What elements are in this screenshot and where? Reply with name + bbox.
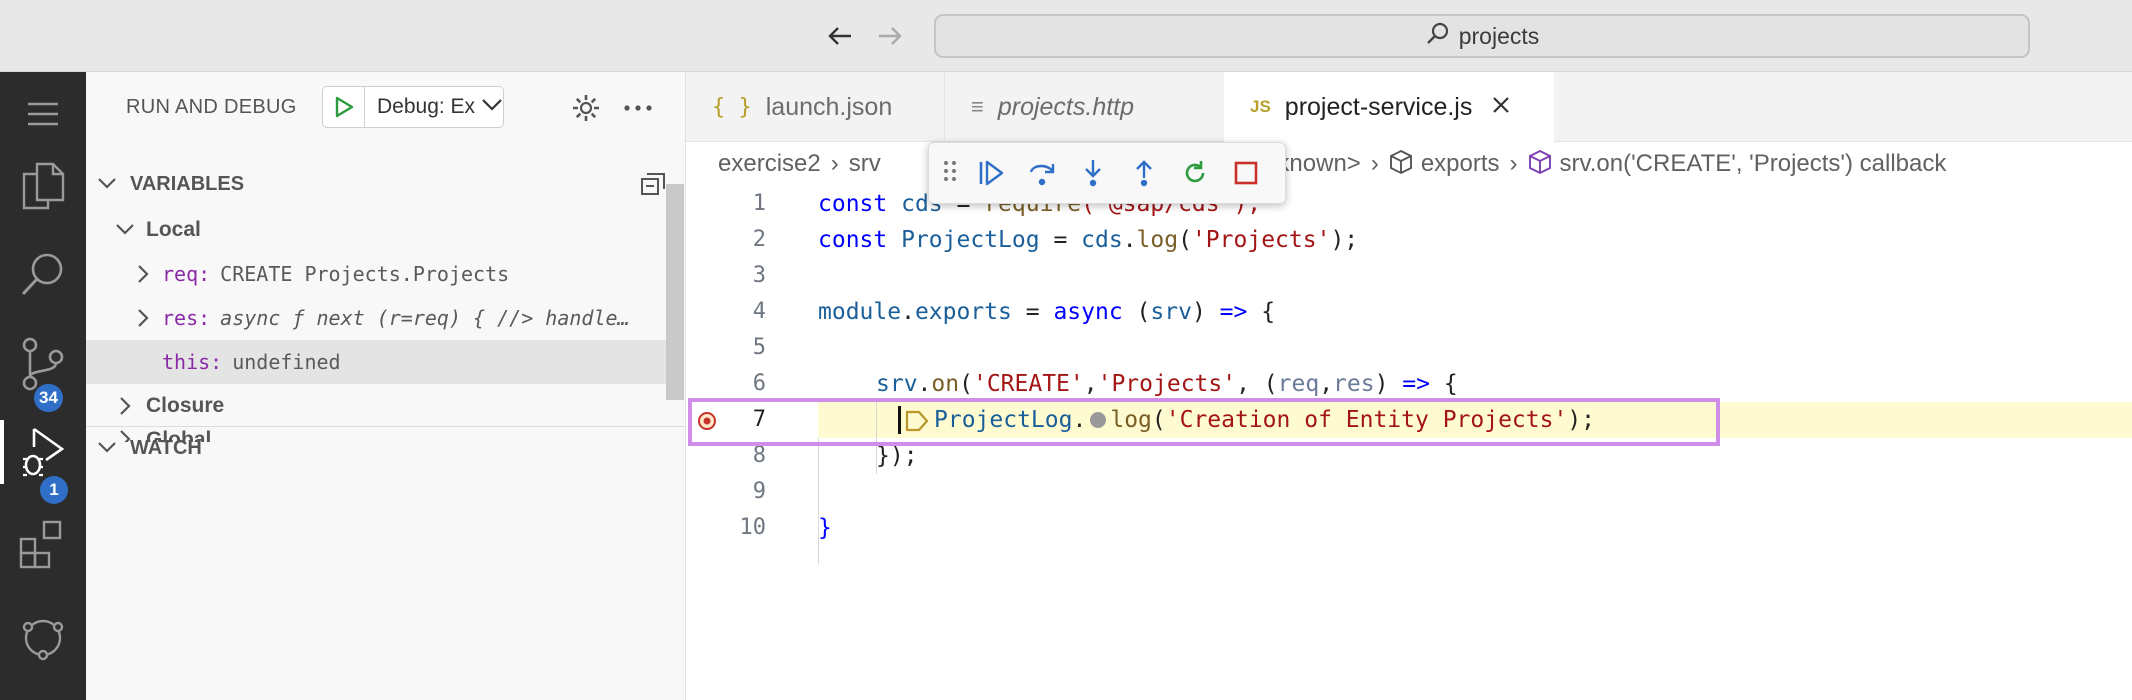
scope-local-label: Local xyxy=(146,218,201,241)
module-icon xyxy=(1389,149,1413,180)
scope-closure-label: Closure xyxy=(146,394,225,417)
watch-section-header[interactable]: WATCH xyxy=(86,428,686,468)
stop-icon[interactable] xyxy=(1229,156,1263,190)
code-text: const ProjectLog = cds.log('Projects'); xyxy=(818,227,1359,253)
code-line-9: 9 xyxy=(686,474,2132,510)
explorer-icon[interactable] xyxy=(0,144,86,228)
search-text: projects xyxy=(1458,22,1540,49)
code-line-2: 2 const ProjectLog = cds.log('Projects')… xyxy=(686,222,2132,258)
command-center-search[interactable]: projects xyxy=(934,14,2030,58)
variable-name: res: xyxy=(162,306,211,330)
breadcrumb-item[interactable]: srv xyxy=(849,150,881,178)
line-number: 5 xyxy=(752,335,766,360)
title-bar: projects xyxy=(0,0,2132,72)
js-file-icon: JS xyxy=(1250,97,1271,116)
back-arrow-icon[interactable] xyxy=(820,14,860,58)
close-icon[interactable] xyxy=(1492,96,1510,119)
run-debug-badge: 1 xyxy=(40,476,68,504)
variables-scrollbar[interactable] xyxy=(666,184,684,400)
tab-label: projects.http xyxy=(997,92,1135,121)
activity-bar: 34 1 xyxy=(0,72,86,700)
debug-config-select[interactable]: Debug: Exerc xyxy=(364,86,504,128)
code-line-10: 10 } xyxy=(686,510,2132,546)
json-file-icon: { } xyxy=(712,94,752,120)
gear-icon[interactable] xyxy=(568,90,604,126)
extensions-icon[interactable] xyxy=(0,502,86,586)
chevron-down-icon xyxy=(481,98,503,117)
code-line-6: 6 srv.on('CREATE','Projects', (req,res) … xyxy=(686,366,2132,402)
breadcrumb-item[interactable]: srv.on('CREATE', 'Projects') callback xyxy=(1560,150,1947,178)
section-divider xyxy=(86,426,686,427)
debug-config-label: Debug: Exerc xyxy=(377,95,475,118)
search-icon xyxy=(1425,21,1451,52)
more-actions-icon[interactable] xyxy=(620,90,656,126)
text-file-icon: ≡ xyxy=(971,94,984,119)
code-line-1: 1 const cds = require('@sap/cds'); xyxy=(686,186,2132,222)
variable-row-res[interactable]: res: async ƒ next (r=req) { //> handle… xyxy=(86,296,666,340)
line-number: 6 xyxy=(752,371,766,396)
chevron-right-icon xyxy=(132,263,154,285)
sidebar-title: RUN AND DEBUG xyxy=(126,96,297,118)
step-out-icon[interactable] xyxy=(1127,156,1161,190)
remote-icon[interactable] xyxy=(0,594,86,678)
collapse-all-icon[interactable] xyxy=(640,172,666,201)
variables-title: VARIABLES xyxy=(130,172,245,195)
breadcrumb-item[interactable]: exercise2 xyxy=(718,150,821,178)
code-text: } xyxy=(818,515,832,541)
chevron-right-icon xyxy=(132,307,154,329)
restart-icon[interactable] xyxy=(1178,156,1212,190)
step-into-icon[interactable] xyxy=(1076,156,1110,190)
tab-label: project-service.js xyxy=(1284,92,1473,121)
search-activity-icon[interactable] xyxy=(0,232,86,316)
variable-value: CREATE Projects.Projects xyxy=(220,262,510,286)
scope-local[interactable]: Local xyxy=(86,208,666,252)
run-debug-sidebar: RUN AND DEBUG Debug: Exerc VARIABLES xyxy=(86,72,686,700)
tab-projects-http[interactable]: ≡ projects.http xyxy=(944,72,1212,142)
code-text: module.exports = async (srv) => { xyxy=(818,299,1276,325)
watch-title: WATCH xyxy=(130,436,202,459)
variable-row-req[interactable]: req: CREATE Projects.Projects xyxy=(86,252,666,296)
variable-value: async ƒ next (r=req) { //> handle… xyxy=(220,306,630,330)
tab-label: launch.json xyxy=(765,92,893,121)
code-text: srv.on('CREATE','Projects', (req,res) =>… xyxy=(876,371,1458,397)
variable-row-this[interactable]: this: undefined xyxy=(86,340,666,384)
chevron-right-icon: › xyxy=(830,150,839,177)
code-line-4: 4 module.exports = async (srv) => { xyxy=(686,294,2132,330)
variable-name: req: xyxy=(162,262,211,286)
chevron-down-icon xyxy=(96,437,118,459)
chevron-down-icon xyxy=(96,173,118,195)
forward-arrow-icon[interactable] xyxy=(870,14,910,58)
line-number: 3 xyxy=(752,263,766,288)
debug-toolbar xyxy=(928,142,1286,204)
code-line-3: 3 xyxy=(686,258,2132,294)
tab-project-service-js[interactable]: JS project-service.js xyxy=(1224,72,1554,142)
breadcrumb-item[interactable]: exports xyxy=(1421,150,1500,178)
tab-launch-json[interactable]: { } launch.json xyxy=(686,72,944,142)
drag-handle-icon[interactable] xyxy=(943,159,957,188)
step-over-icon[interactable] xyxy=(1025,156,1059,190)
line-number: 2 xyxy=(752,227,766,252)
sidebar-header: RUN AND DEBUG Debug: Exerc xyxy=(86,72,686,142)
breadcrumb: exercise2 › srv unknown> › exports › srv… xyxy=(686,142,2132,186)
line-number: 4 xyxy=(752,299,766,324)
scope-closure[interactable]: Closure xyxy=(86,384,666,428)
function-icon xyxy=(1528,149,1552,180)
breakpoint-stopped-icon[interactable] xyxy=(696,410,718,432)
variables-section-header[interactable]: VARIABLES xyxy=(86,164,686,204)
line-number: 10 xyxy=(739,515,767,540)
chevron-right-icon: › xyxy=(1370,150,1379,177)
editor-tabs: { } launch.json ≡ projects.http JS proje… xyxy=(686,72,2132,142)
line-number: 9 xyxy=(752,479,766,504)
source-control-badge: 34 xyxy=(34,384,63,412)
line-number: 1 xyxy=(752,191,766,216)
variable-value: undefined xyxy=(232,350,341,374)
chevron-down-icon xyxy=(114,219,136,241)
chevron-right-icon: › xyxy=(1509,150,1518,177)
variable-name: this: xyxy=(162,350,223,374)
highlight-annotation-box xyxy=(688,398,1720,446)
code-line-5: 5 xyxy=(686,330,2132,366)
continue-icon[interactable] xyxy=(974,156,1008,190)
chevron-right-icon xyxy=(114,395,136,417)
start-debugging-button[interactable] xyxy=(322,86,364,128)
